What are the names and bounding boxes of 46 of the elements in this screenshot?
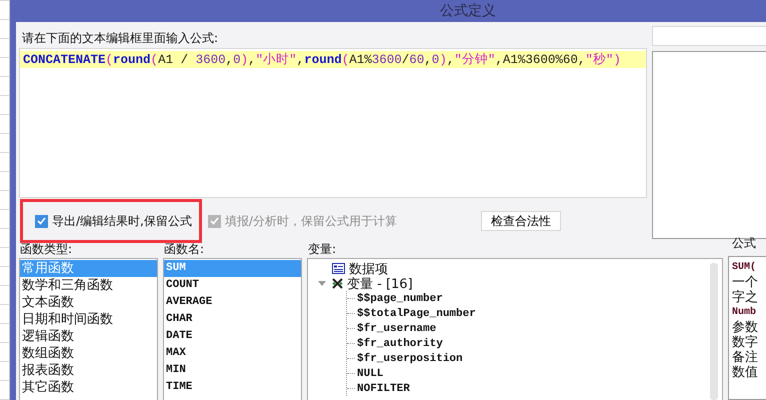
check-icon (210, 217, 219, 225)
list-item[interactable]: 数组函数 (20, 345, 157, 362)
list-item[interactable]: 日期和时间函数 (20, 311, 157, 328)
description-line: 字之 (732, 290, 759, 305)
editor-label: 请在下面的文本编辑框里面输入公式: (22, 31, 220, 45)
list-item[interactable]: 文本函数 (20, 294, 157, 311)
list-item[interactable]: 其它函数 (20, 379, 157, 396)
check-validity-button[interactable]: 检查合法性 (481, 211, 561, 231)
list-item[interactable]: DATE (164, 328, 301, 345)
variable-item[interactable]: $fr_authority (357, 338, 443, 350)
list-item[interactable]: AVERAGE (164, 294, 301, 311)
tree-node[interactable]: 数据项 (349, 260, 388, 278)
list-item[interactable]: 逻辑函数 (20, 328, 157, 345)
description-line: 参数 (732, 320, 759, 335)
list-item[interactable]: 报表函数 (20, 362, 157, 379)
tree-node[interactable]: 变量 - [16] (347, 274, 413, 292)
description-line: 一个 (732, 275, 759, 290)
description-line: 数值 (732, 365, 759, 380)
list-item[interactable]: TIME (164, 379, 301, 396)
scrollbar[interactable] (710, 263, 718, 400)
list-item[interactable]: COUNT (164, 277, 301, 294)
variable-item[interactable]: NOFILTER (357, 382, 410, 394)
expand-arrow-icon[interactable] (318, 280, 326, 286)
variable-icon (332, 278, 343, 289)
checkbox-option[interactable]: 导出/编辑结果时,保留公式 (35, 212, 192, 230)
variable-item[interactable]: $fr_username (357, 322, 436, 334)
description-label: 公式 (732, 236, 757, 250)
list-item[interactable]: CHAR (164, 311, 301, 328)
window-title: 公式定义 (440, 2, 496, 20)
variable-item[interactable]: $$page_number (357, 292, 443, 304)
variable-item[interactable]: $$totalPage_number (357, 308, 476, 320)
list-item[interactable]: MIN (164, 362, 301, 379)
table-icon (332, 263, 345, 274)
variable-item[interactable]: NULL (357, 368, 384, 380)
list-item[interactable]: MAX (164, 345, 301, 362)
formula-editor[interactable]: CONCATENATE(round(A1 / 3600,0),"小时",round(A1%3600/60,0),"分钟",A1%3600%60,"秒") (19, 48, 647, 198)
list-item[interactable]: 数学和三角函数 (20, 277, 157, 294)
function-name-label: 函数名: (164, 242, 206, 256)
description-line: Numb (732, 306, 758, 320)
variable-item[interactable]: $fr_userposition (357, 352, 463, 364)
description-line: 备注 (732, 350, 759, 365)
function-type-label: 函数类型: (20, 242, 74, 256)
check-icon (37, 217, 46, 225)
description-line: 数字 (732, 335, 759, 350)
description-line: SUM( (732, 260, 758, 275)
variables-label: 变量: (308, 242, 338, 256)
